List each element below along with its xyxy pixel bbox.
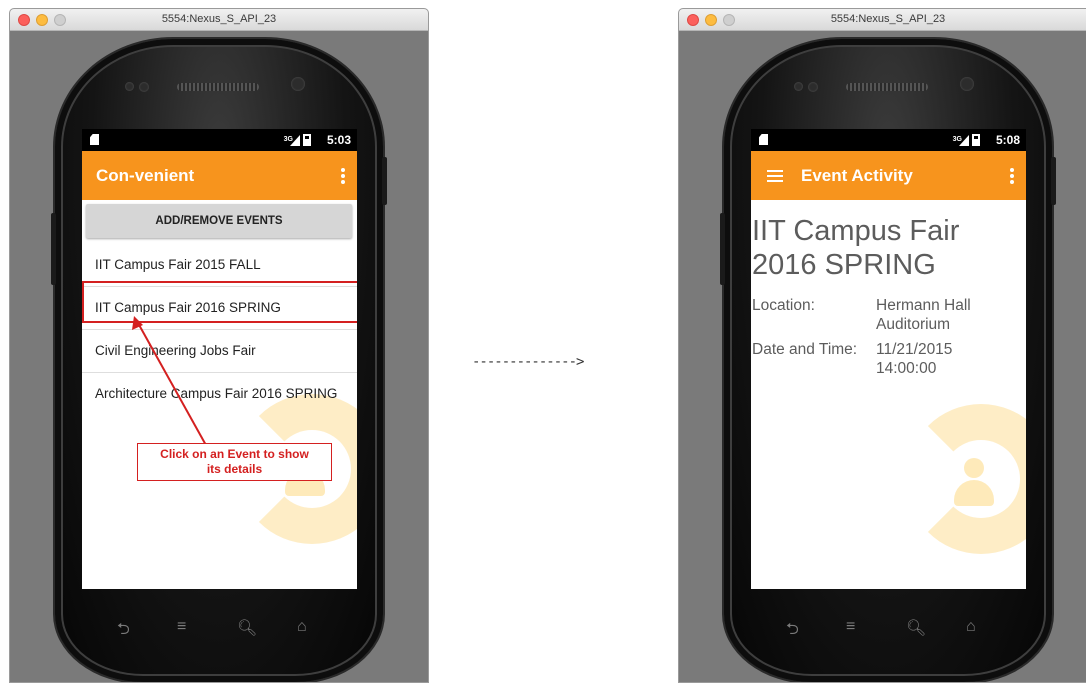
phone-frame: 3G 5:08 Event Activity IIT Campus Fair 2…: [720, 37, 1056, 682]
home-icon[interactable]: ⌂: [966, 618, 976, 636]
overflow-menu-icon[interactable]: [1010, 168, 1014, 184]
back-icon[interactable]: ⮌: [786, 618, 799, 645]
app-toolbar: Event Activity: [751, 151, 1026, 200]
window-titlebar[interactable]: 5554:Nexus_S_API_23: [10, 9, 428, 31]
recent-apps-icon[interactable]: ≡: [177, 618, 186, 636]
home-icon[interactable]: ⌂: [297, 618, 307, 636]
app-title: Event Activity: [801, 166, 913, 185]
power-button[interactable]: [1051, 157, 1056, 205]
sensor-icon: [794, 82, 803, 91]
speaker-grille: [846, 83, 928, 91]
flow-arrow: -------------->: [472, 354, 584, 370]
datetime-row: Date and Time: 11/21/2015 14:00:00: [752, 340, 1022, 380]
volume-button[interactable]: [51, 213, 56, 285]
front-camera-icon: [291, 77, 305, 91]
sensor-icon: [139, 82, 149, 92]
window-titlebar[interactable]: 5554:Nexus_S_API_23: [679, 9, 1086, 31]
hardware-nav-bar: ⮌ ≡ 🔍︎ ⌂: [109, 618, 339, 638]
hardware-nav-bar: ⮌ ≡ 🔍︎ ⌂: [778, 618, 1008, 638]
emulator-window-right: 5554:Nexus_S_API_23 3G 5:08 Event Activi…: [678, 8, 1086, 683]
zoom-window-button[interactable]: [54, 14, 66, 26]
speaker-grille: [177, 83, 259, 91]
window-title: 5554:Nexus_S_API_23: [830, 13, 946, 25]
window-title: 5554:Nexus_S_API_23: [161, 13, 277, 25]
phone-screen: 3G 5:03 Con-venient ADD/REMOVE EVENTS II…: [82, 129, 357, 589]
sd-card-icon: [759, 134, 768, 145]
close-window-button[interactable]: [18, 14, 30, 26]
callout-text-line2: its details: [206, 462, 263, 476]
location-value: Hermann Hall Auditorium: [876, 297, 971, 333]
datetime-label: Date and Time:: [752, 341, 858, 358]
datetime-value: 11/21/2015 14:00:00: [876, 341, 953, 377]
battery-icon: [972, 134, 980, 146]
volume-button[interactable]: [720, 213, 725, 285]
signal-icon: 3G: [953, 133, 969, 147]
phone-frame: 3G 5:03 Con-venient ADD/REMOVE EVENTS II…: [51, 37, 387, 682]
sensor-icon: [808, 82, 818, 92]
location-row: Location: Hermann Hall Auditorium: [752, 296, 1022, 336]
event-title: IIT Campus Fair 2016 SPRING: [752, 215, 960, 281]
recent-apps-icon[interactable]: ≡: [846, 618, 855, 636]
location-label: Location:: [752, 297, 815, 314]
minimize-window-button[interactable]: [705, 14, 717, 26]
close-window-button[interactable]: [687, 14, 699, 26]
zoom-window-button[interactable]: [723, 14, 735, 26]
annotation-arrow: [132, 316, 208, 448]
search-icon[interactable]: 🔍︎: [237, 618, 257, 638]
callout-text-line1: Click on an Event to show: [160, 447, 309, 461]
minimize-window-button[interactable]: [36, 14, 48, 26]
back-icon[interactable]: ⮌: [117, 618, 130, 645]
annotation-callout: Click on an Event to show its details: [137, 443, 332, 481]
status-bar: 3G 5:08: [751, 129, 1026, 151]
sensor-icon: [125, 82, 134, 91]
status-clock: 5:08: [995, 133, 1020, 147]
menu-icon[interactable]: [767, 170, 783, 182]
emulator-window-left: 5554:Nexus_S_API_23 3G 5:03 Con-venient: [9, 8, 429, 683]
phone-screen: 3G 5:08 Event Activity IIT Campus Fair 2…: [751, 129, 1026, 589]
front-camera-icon: [960, 77, 974, 91]
power-button[interactable]: [382, 157, 387, 205]
event-detail-panel: IIT Campus Fair 2016 SPRING Location: He…: [751, 200, 1026, 500]
search-icon[interactable]: 🔍︎: [906, 618, 926, 638]
